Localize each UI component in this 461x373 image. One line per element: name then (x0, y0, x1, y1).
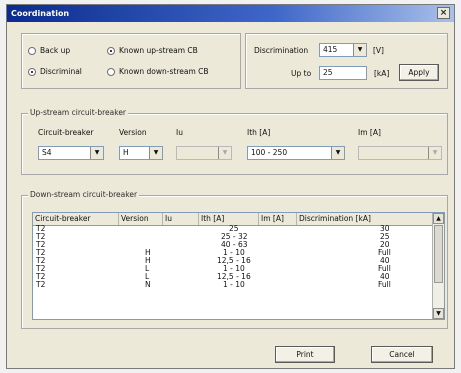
column-header-version[interactable]: Version (119, 213, 163, 225)
known-downstream-radio-indicator (107, 67, 115, 76)
discrimination-panel: Discrimination 415 ▼ [V] Up to 25 [kA] A… (245, 33, 448, 89)
backup-radio-label: Back up (40, 46, 71, 55)
upstream-ith-select[interactable]: 100 - 250 ▼ (247, 146, 345, 160)
upto-label: Up to (291, 69, 312, 78)
upto-input[interactable]: 25 (319, 66, 367, 80)
upstream-version-header: Version (119, 128, 147, 137)
upstream-panel: Up-stream circuit-breaker Circuit-breake… (21, 108, 448, 175)
chevron-down-icon[interactable]: ▼ (331, 147, 344, 159)
column-header-iu[interactable]: Iu (163, 213, 199, 225)
known-downstream-radio-label: Known down-stream CB (119, 67, 209, 76)
upstream-cb-header: Circuit-breaker (38, 128, 94, 137)
upstream-im-select[interactable]: ▼ (358, 146, 442, 160)
scroll-up-icon[interactable]: ▲ (433, 213, 444, 224)
table-rows: T2 25 30 T2 25 - 32 25 T2 40 - 63 20 T2 … (33, 225, 433, 289)
upstream-iu-select[interactable]: ▼ (176, 146, 232, 160)
close-icon: × (439, 8, 448, 18)
coordination-window: Coordination × Back up Discriminal Known… (6, 4, 455, 369)
chevron-down-icon[interactable]: ▼ (90, 147, 103, 159)
column-header-discrimination[interactable]: Discrimination [kA] (297, 213, 433, 225)
cell-discrimination: Full (378, 280, 391, 289)
known-upstream-radio-indicator (107, 46, 115, 55)
voltage-unit: [V] (373, 46, 384, 55)
upstream-ith-value: 100 - 250 (251, 148, 288, 157)
cancel-button[interactable]: Cancel (371, 346, 433, 363)
chevron-down-icon[interactable]: ▼ (149, 147, 162, 159)
cell-version: N (145, 280, 151, 289)
discrimination-label: Discrimination (254, 46, 309, 55)
column-header-im[interactable]: Im [A] (259, 213, 297, 225)
apply-button[interactable]: Apply (399, 64, 439, 81)
backup-radio-indicator (28, 46, 36, 55)
downstream-legend: Down-stream circuit-breaker (28, 190, 140, 199)
close-button[interactable]: × (437, 7, 450, 19)
cell-ith: 1 - 10 (223, 280, 245, 289)
known-upstream-radio[interactable]: Known up-stream CB (107, 46, 198, 55)
upstream-im-header: Im [A] (358, 128, 381, 137)
chevron-down-icon[interactable]: ▼ (218, 147, 231, 159)
upstream-version-select[interactable]: H ▼ (119, 146, 163, 160)
upstream-iu-header: Iu (176, 128, 183, 137)
table-scrollbar[interactable]: ▲ ▼ (432, 213, 444, 319)
upstream-version-value: H (123, 148, 129, 157)
print-button[interactable]: Print (275, 346, 335, 363)
downstream-panel: Down-stream circuit-breaker Circuit-brea… (21, 190, 448, 329)
title-bar: Coordination × (7, 5, 454, 22)
known-upstream-radio-label: Known up-stream CB (119, 46, 198, 55)
cell-cb: T2 (36, 280, 46, 289)
discriminal-radio[interactable]: Discriminal (28, 67, 82, 76)
table-row[interactable]: T2 N 1 - 10 Full (33, 281, 433, 289)
window-title: Coordination (11, 9, 70, 18)
chevron-down-icon[interactable]: ▼ (353, 44, 366, 56)
downstream-table: Circuit-breaker Version Iu Ith [A] Im [A… (32, 212, 445, 320)
mode-panel: Back up Discriminal Known up-stream CB K… (21, 33, 241, 89)
discriminal-radio-indicator (28, 67, 36, 76)
known-downstream-radio[interactable]: Known down-stream CB (107, 67, 209, 76)
voltage-value: 415 (323, 45, 338, 54)
voltage-select[interactable]: 415 ▼ (319, 43, 367, 57)
discriminal-radio-label: Discriminal (40, 67, 82, 76)
column-header-cb[interactable]: Circuit-breaker (33, 213, 119, 225)
upstream-legend: Up-stream circuit-breaker (28, 108, 129, 117)
upstream-cb-value: S4 (42, 148, 52, 157)
scrollbar-thumb[interactable] (434, 225, 443, 283)
upto-unit: [kA] (374, 69, 390, 78)
chevron-down-icon[interactable]: ▼ (428, 147, 441, 159)
backup-radio[interactable]: Back up (28, 46, 70, 55)
scroll-down-icon[interactable]: ▼ (433, 308, 444, 319)
upstream-ith-header: Ith [A] (247, 128, 271, 137)
upstream-cb-select[interactable]: S4 ▼ (38, 146, 104, 160)
